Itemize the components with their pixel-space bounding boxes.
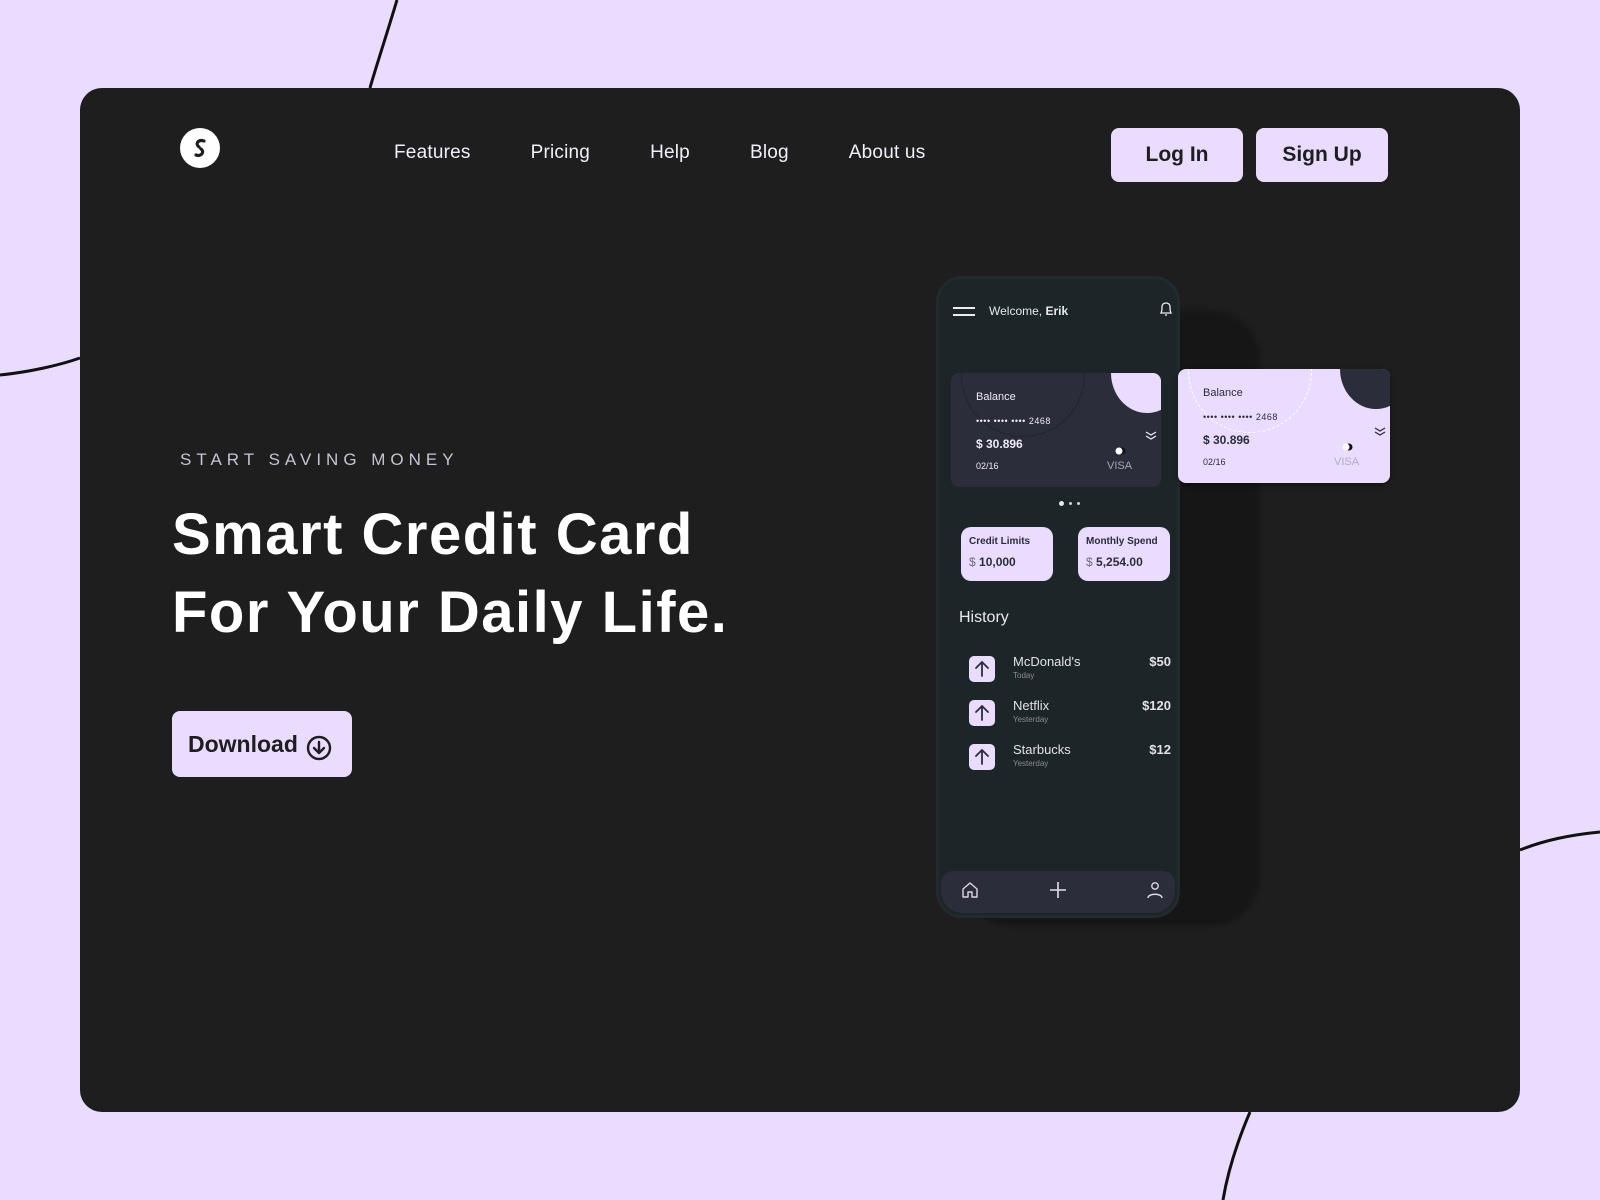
transaction-row[interactable]: Netflix Yesterday $120 — [969, 698, 1171, 730]
chevrons-down-icon — [1145, 431, 1157, 440]
carousel-dot[interactable] — [1069, 502, 1072, 505]
card-corner-shape — [1340, 369, 1390, 409]
home-icon[interactable] — [961, 881, 979, 899]
stat-credit-limits: Credit Limits $ 10,000 — [961, 527, 1053, 581]
headline-line-2: For Your Daily Life. — [172, 580, 729, 645]
nav-about-us[interactable]: About us — [849, 142, 926, 164]
carousel-dot[interactable] — [1059, 501, 1064, 506]
user-icon[interactable] — [1147, 881, 1163, 899]
main-nav: Features Pricing Help Blog About us — [394, 142, 925, 164]
welcome-text: Welcome, Erik — [989, 304, 1069, 318]
bell-icon[interactable] — [1159, 301, 1173, 317]
carousel-dot[interactable] — [1077, 502, 1080, 505]
hero-headline: Smart Credit Card For Your Daily Life. — [172, 496, 728, 652]
card-label: Balance — [1203, 387, 1243, 399]
nav-features[interactable]: Features — [394, 142, 471, 164]
card-label: Balance — [976, 391, 1016, 403]
transaction-row[interactable]: McDonald's Today $50 — [969, 654, 1171, 686]
download-label: Download — [188, 730, 298, 757]
chevrons-down-icon — [1374, 427, 1386, 436]
nav-pricing[interactable]: Pricing — [531, 142, 590, 164]
card-number: •••• •••• •••• 2468 — [1203, 412, 1278, 422]
phone-mockup: Welcome, Erik Balance •••• •••• •••• 246… — [936, 276, 1180, 918]
card-brand: VISA — [1107, 460, 1133, 472]
card-expiry: 02/16 — [1203, 457, 1226, 467]
landing-page-frame: Features Pricing Help Blog About us Log … — [80, 88, 1520, 1112]
login-button[interactable]: Log In — [1111, 128, 1243, 182]
auth-buttons: Log In Sign Up — [1111, 128, 1388, 182]
hamburger-menu-icon[interactable] — [953, 307, 975, 317]
card-brand-logo-icon — [1342, 443, 1353, 451]
arrow-up-icon — [969, 744, 995, 770]
credit-card-primary[interactable]: Balance •••• •••• •••• 2468 $ 30.896 02/… — [951, 373, 1161, 487]
s-swirl-logo-icon — [194, 138, 206, 158]
nav-blog[interactable]: Blog — [750, 142, 789, 164]
card-balance: $ 30.896 — [1203, 433, 1250, 447]
history-title: History — [959, 609, 1009, 626]
arrow-up-icon — [969, 656, 995, 682]
card-brand-logo-icon — [1115, 447, 1126, 455]
nav-help[interactable]: Help — [650, 142, 690, 164]
app-header: Welcome, Erik — [953, 301, 1173, 325]
card-corner-shape — [1111, 373, 1161, 413]
signup-button[interactable]: Sign Up — [1256, 128, 1388, 182]
transaction-row[interactable]: Starbucks Yesterday $12 — [969, 742, 1171, 774]
download-button[interactable]: Download — [172, 711, 352, 777]
headline-line-1: Smart Credit Card — [172, 502, 694, 567]
logo[interactable] — [180, 128, 220, 168]
bottom-tab-bar — [941, 871, 1175, 913]
card-carousel-indicator — [1059, 501, 1080, 506]
user-name: Erik — [1045, 304, 1069, 318]
arrow-up-icon — [969, 700, 995, 726]
card-decoration — [1188, 369, 1312, 433]
card-number: •••• •••• •••• 2468 — [976, 416, 1051, 426]
hero-eyebrow: START SAVING MONEY — [180, 450, 459, 469]
card-brand: VISA — [1334, 456, 1360, 468]
plus-icon[interactable] — [1049, 881, 1067, 899]
card-decoration — [961, 373, 1085, 437]
download-circle-icon — [306, 735, 332, 761]
stat-monthly-spend: Monthly Spend $ 5,254.00 — [1078, 527, 1170, 581]
credit-card-secondary[interactable]: Balance •••• •••• •••• 2468 $ 30.896 02/… — [1178, 369, 1390, 483]
card-balance: $ 30.896 — [976, 437, 1023, 451]
card-expiry: 02/16 — [976, 461, 999, 471]
